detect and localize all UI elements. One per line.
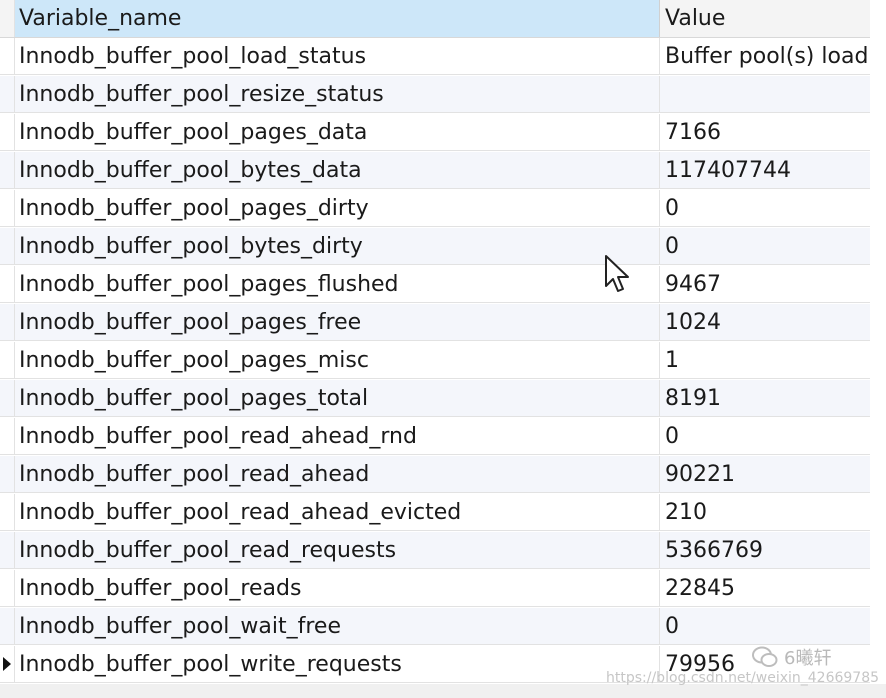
cell-variable-name[interactable]: Innodb_buffer_pool_pages_dirty	[15, 190, 660, 226]
cell-value[interactable]: 9467	[660, 266, 870, 302]
mouse-cursor-icon	[605, 255, 629, 292]
row-indicator[interactable]	[0, 190, 15, 226]
cell-variable-name[interactable]: Innodb_buffer_pool_load_status	[15, 38, 660, 74]
cell-value[interactable]: 0	[660, 190, 870, 226]
row-indicator[interactable]	[0, 342, 15, 378]
row-indicator[interactable]	[0, 114, 15, 150]
cell-value[interactable]: 117407744	[660, 152, 870, 188]
cell-variable-name[interactable]: Innodb_buffer_pool_pages_flushed	[15, 266, 660, 302]
cell-variable-name[interactable]: Innodb_buffer_pool_bytes_dirty	[15, 228, 660, 264]
watermark-url: https://blog.csdn.net/weixin_42669785	[606, 670, 880, 686]
wechat-icon	[752, 646, 778, 667]
watermark: 6曦轩	[752, 644, 831, 670]
cell-value[interactable]: 8191	[660, 380, 870, 416]
row-indicator[interactable]	[0, 494, 15, 530]
cell-variable-name[interactable]: Innodb_buffer_pool_wait_free	[15, 608, 660, 644]
cell-variable-name[interactable]: Innodb_buffer_pool_write_requests	[15, 646, 660, 682]
table-row[interactable]: Innodb_buffer_pool_pages_flushed 9467	[0, 266, 870, 303]
table-row[interactable]: Innodb_buffer_pool_pages_misc 1	[0, 342, 870, 379]
row-indicator[interactable]	[0, 532, 15, 568]
cell-variable-name[interactable]: Innodb_buffer_pool_pages_total	[15, 380, 660, 416]
grid-header: Variable_name Value	[0, 0, 870, 38]
current-row-pointer-icon	[3, 657, 11, 671]
table-row[interactable]: Innodb_buffer_pool_read_ahead_rnd 0	[0, 418, 870, 455]
cell-value[interactable]: 210	[660, 494, 870, 530]
cell-variable-name[interactable]: Innodb_buffer_pool_reads	[15, 570, 660, 606]
cell-value[interactable]: 7166	[660, 114, 870, 150]
cell-value[interactable]: 0	[660, 228, 870, 264]
row-indicator[interactable]	[0, 608, 15, 644]
cell-variable-name[interactable]: Innodb_buffer_pool_read_ahead_rnd	[15, 418, 660, 454]
table-row[interactable]: Innodb_buffer_pool_wait_free 0	[0, 608, 870, 645]
table-row[interactable]: Innodb_buffer_pool_reads 22845	[0, 570, 870, 607]
column-header-variable-name[interactable]: Variable_name	[15, 0, 660, 37]
table-row[interactable]: Innodb_buffer_pool_read_ahead 90221	[0, 456, 870, 493]
row-indicator[interactable]	[0, 152, 15, 188]
cell-variable-name[interactable]: Innodb_buffer_pool_pages_free	[15, 304, 660, 340]
table-row[interactable]: Innodb_buffer_pool_pages_free 1024	[0, 304, 870, 341]
row-indicator[interactable]	[0, 380, 15, 416]
row-indicator[interactable]	[0, 570, 15, 606]
table-row[interactable]: Innodb_buffer_pool_pages_data 7166	[0, 114, 870, 151]
cell-variable-name[interactable]: Innodb_buffer_pool_resize_status	[15, 76, 660, 112]
table-row[interactable]: Innodb_buffer_pool_bytes_dirty 0	[0, 228, 870, 265]
table-row[interactable]: Innodb_buffer_pool_bytes_data 117407744	[0, 152, 870, 189]
cell-variable-name[interactable]: Innodb_buffer_pool_pages_data	[15, 114, 660, 150]
row-indicator[interactable]	[0, 38, 15, 74]
cell-value[interactable]: 22845	[660, 570, 870, 606]
header-row-indicator	[0, 0, 15, 37]
cell-value[interactable]: 0	[660, 608, 870, 644]
cell-variable-name[interactable]: Innodb_buffer_pool_read_ahead	[15, 456, 660, 492]
cell-variable-name[interactable]: Innodb_buffer_pool_bytes_data	[15, 152, 660, 188]
row-indicator[interactable]	[0, 456, 15, 492]
table-row[interactable]: Innodb_buffer_pool_load_status Buffer poo…	[0, 38, 870, 75]
table-row[interactable]: Innodb_buffer_pool_pages_total 8191	[0, 380, 870, 417]
row-indicator[interactable]	[0, 646, 15, 682]
cell-variable-name[interactable]: Innodb_buffer_pool_pages_misc	[15, 342, 660, 378]
cell-value[interactable]	[660, 76, 870, 112]
row-indicator[interactable]	[0, 228, 15, 264]
table-row[interactable]: Innodb_buffer_pool_read_ahead_evicted 210	[0, 494, 870, 531]
row-indicator[interactable]	[0, 304, 15, 340]
cell-value[interactable]: Buffer pool(s) load	[660, 38, 870, 74]
cell-value[interactable]: 5366769	[660, 532, 870, 568]
result-grid: Variable_name Value Innodb_buffer_pool_l…	[0, 0, 886, 684]
table-row[interactable]: Innodb_buffer_pool_pages_dirty 0	[0, 190, 870, 227]
cell-variable-name[interactable]: Innodb_buffer_pool_read_requests	[15, 532, 660, 568]
cell-value[interactable]: 1024	[660, 304, 870, 340]
vertical-scrollbar[interactable]	[870, 0, 886, 684]
row-indicator[interactable]	[0, 76, 15, 112]
watermark-label: 6曦轩	[784, 648, 832, 669]
column-header-value[interactable]: Value	[660, 0, 870, 37]
table-row[interactable]: Innodb_buffer_pool_resize_status	[0, 76, 870, 113]
table-row[interactable]: Innodb_buffer_pool_read_requests 5366769	[0, 532, 870, 569]
row-indicator[interactable]	[0, 266, 15, 302]
cell-value[interactable]: 0	[660, 418, 870, 454]
cell-value[interactable]: 1	[660, 342, 870, 378]
status-strip	[0, 684, 886, 698]
cell-value[interactable]: 90221	[660, 456, 870, 492]
row-indicator[interactable]	[0, 418, 15, 454]
cell-variable-name[interactable]: Innodb_buffer_pool_read_ahead_evicted	[15, 494, 660, 530]
